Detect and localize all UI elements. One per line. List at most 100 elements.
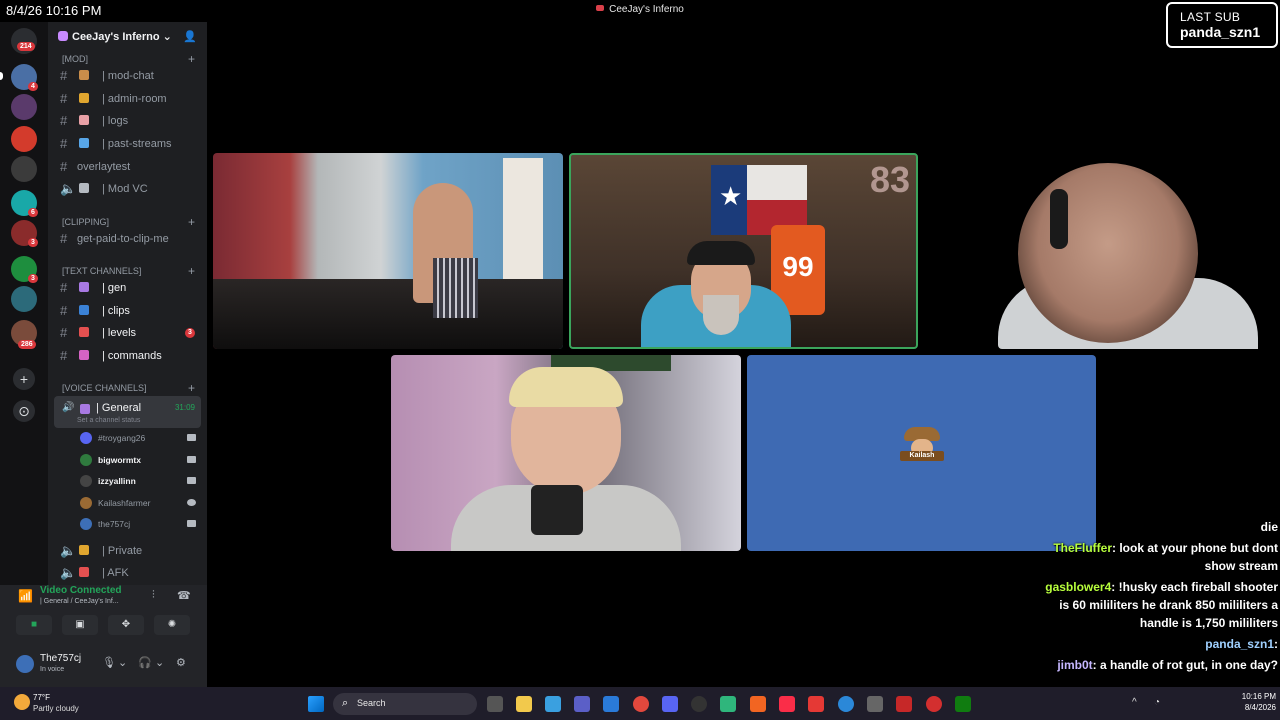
- search-placeholder: Search: [357, 698, 386, 708]
- guild-header[interactable]: CeeJay's Inferno ⌄ 👤: [48, 22, 207, 52]
- participant-shorts: [433, 258, 478, 318]
- voice-user[interactable]: izzyallinn: [48, 471, 207, 491]
- brave-icon[interactable]: [750, 696, 766, 712]
- headphones-icon[interactable]: 🎧: [138, 656, 152, 669]
- network-icon[interactable]: ◔: [1154, 697, 1160, 708]
- screen-share-button[interactable]: ▣: [62, 615, 98, 635]
- soundboard-button[interactable]: ✺: [154, 615, 190, 635]
- channel-mod-vc[interactable]: 🔈 | Mod VC: [48, 179, 207, 199]
- windows-start-icon[interactable]: [308, 696, 324, 712]
- video-tile-streamer-cam[interactable]: [998, 153, 1280, 349]
- voice-channel-general[interactable]: 🔊 | General 31:09 Set a channel status: [54, 396, 201, 428]
- noise-suppression-icon[interactable]: ⫶: [152, 589, 155, 602]
- voice-channel-afk[interactable]: 🔈 | AFK: [48, 563, 207, 583]
- create-channel-icon[interactable]: +: [188, 381, 195, 395]
- file-explorer-icon[interactable]: [516, 696, 532, 712]
- server-icon[interactable]: [11, 156, 37, 182]
- weather-temperature[interactable]: 77°F: [33, 693, 50, 702]
- video-tile-speaking[interactable]: ★ 83 99: [569, 153, 918, 349]
- channel-get-paid-to-clip-me[interactable]: # get-paid-to-clip-me: [48, 229, 207, 249]
- voice-channel-private[interactable]: 🔈 | Private: [48, 541, 207, 561]
- chevron-down-icon[interactable]: ⌄: [118, 656, 127, 669]
- texas-flag-white: [747, 165, 807, 200]
- create-channel-icon[interactable]: +: [188, 264, 195, 278]
- store-icon[interactable]: [603, 696, 619, 712]
- obs-icon[interactable]: [691, 696, 707, 712]
- category-voice-channels[interactable]: [VOICE CHANNELS] +: [48, 380, 207, 396]
- channel-commands[interactable]: # | commands: [48, 346, 207, 366]
- channel-past-streams[interactable]: # | past-streams: [48, 134, 207, 154]
- video-tile[interactable]: [391, 355, 741, 551]
- microphone-icon[interactable]: 🎙: [102, 656, 116, 669]
- avatar: [80, 432, 92, 444]
- channel-status[interactable]: Set a channel status: [77, 417, 140, 424]
- camera-button[interactable]: ■: [16, 615, 52, 635]
- taskbar-search[interactable]: ⌕ Search: [333, 693, 477, 715]
- app-icon[interactable]: [808, 696, 824, 712]
- hash-icon: #: [60, 91, 68, 106]
- server-icon[interactable]: [11, 286, 37, 312]
- xbox-icon[interactable]: [955, 696, 971, 712]
- chat-text: : look at your phone but dont show strea…: [1112, 541, 1278, 573]
- voice-channel-timer: 31:09: [174, 403, 195, 412]
- voice-user[interactable]: bigwormtx: [48, 450, 207, 470]
- category-mod[interactable]: [MOD] +: [48, 51, 207, 67]
- channel-overlaytest[interactable]: # overlaytest: [48, 157, 207, 177]
- chat-message: gasblower4: !husky each fireball shooter…: [1038, 578, 1278, 632]
- lock-icon: [79, 545, 89, 555]
- voice-user[interactable]: #troygang26: [48, 428, 207, 448]
- signal-icon[interactable]: 📶: [18, 589, 33, 603]
- gear-icon[interactable]: ⚙: [176, 656, 186, 669]
- voice-connected-label[interactable]: Video Connected: [40, 585, 122, 596]
- category-text-channels[interactable]: [TEXT CHANNELS] +: [48, 263, 207, 279]
- add-server-icon[interactable]: +: [13, 368, 35, 390]
- weather-icon[interactable]: [14, 694, 30, 710]
- chevron-up-icon[interactable]: ^: [1132, 697, 1137, 708]
- channel-label: | logs: [102, 115, 129, 127]
- channel-gen[interactable]: # | gen: [48, 278, 207, 298]
- voice-panel: 📶 Video Connected | General / CeeJay's I…: [0, 585, 207, 687]
- channel-levels[interactable]: # | levels 3: [48, 323, 207, 343]
- app-icon[interactable]: [720, 696, 736, 712]
- discover-icon[interactable]: ⊙: [13, 400, 35, 422]
- channel-mod-chat[interactable]: # | mod-chat: [48, 66, 207, 86]
- app-icon[interactable]: [896, 696, 912, 712]
- weather-condition[interactable]: Partly cloudy: [33, 704, 79, 713]
- voice-user[interactable]: Kailashfarmer: [48, 493, 207, 513]
- channel-logs[interactable]: # | logs: [48, 111, 207, 131]
- taskbar-clock[interactable]: 10:16 PM 8/4/2026: [1242, 691, 1276, 713]
- chat-overlay: die TheFluffer: look at your phone but d…: [1038, 518, 1278, 677]
- opera-icon[interactable]: [926, 696, 942, 712]
- create-channel-icon[interactable]: +: [188, 215, 195, 229]
- invite-people-icon[interactable]: 👤: [183, 30, 197, 43]
- gamepad-icon: [80, 404, 90, 414]
- channel-admin-room[interactable]: # | admin-room: [48, 89, 207, 109]
- voice-user[interactable]: the757cj: [48, 514, 207, 534]
- category-clipping[interactable]: [CLIPPING] +: [48, 214, 207, 230]
- server-icon[interactable]: [11, 94, 37, 120]
- teams-icon[interactable]: [574, 696, 590, 712]
- app-icon[interactable]: [867, 696, 883, 712]
- video-tile[interactable]: [213, 153, 563, 349]
- voice-location[interactable]: | General / CeeJay's Inf...: [40, 598, 119, 605]
- music-icon[interactable]: [779, 696, 795, 712]
- help-icon[interactable]: [838, 696, 854, 712]
- task-view-icon[interactable]: [487, 696, 503, 712]
- avatar[interactable]: [16, 655, 34, 673]
- app-icon[interactable]: [545, 696, 561, 712]
- create-channel-icon[interactable]: +: [188, 52, 195, 66]
- discord-icon[interactable]: [662, 696, 678, 712]
- chrome-icon[interactable]: [633, 696, 649, 712]
- hash-icon: #: [60, 159, 68, 174]
- channel-clips[interactable]: # | clips: [48, 301, 207, 321]
- dm-badge: 214: [17, 42, 35, 51]
- user-name[interactable]: The757cj: [40, 653, 81, 664]
- activities-button[interactable]: ✥: [108, 615, 144, 635]
- chat-message: die: [1038, 518, 1278, 536]
- server-icon[interactable]: [11, 126, 37, 152]
- chevron-down-icon[interactable]: ⌄: [155, 656, 164, 669]
- phone: [531, 485, 583, 535]
- chat-username: gasblower4: [1045, 580, 1112, 594]
- rewind-icon: [79, 138, 89, 148]
- disconnect-icon[interactable]: ☎: [177, 589, 191, 602]
